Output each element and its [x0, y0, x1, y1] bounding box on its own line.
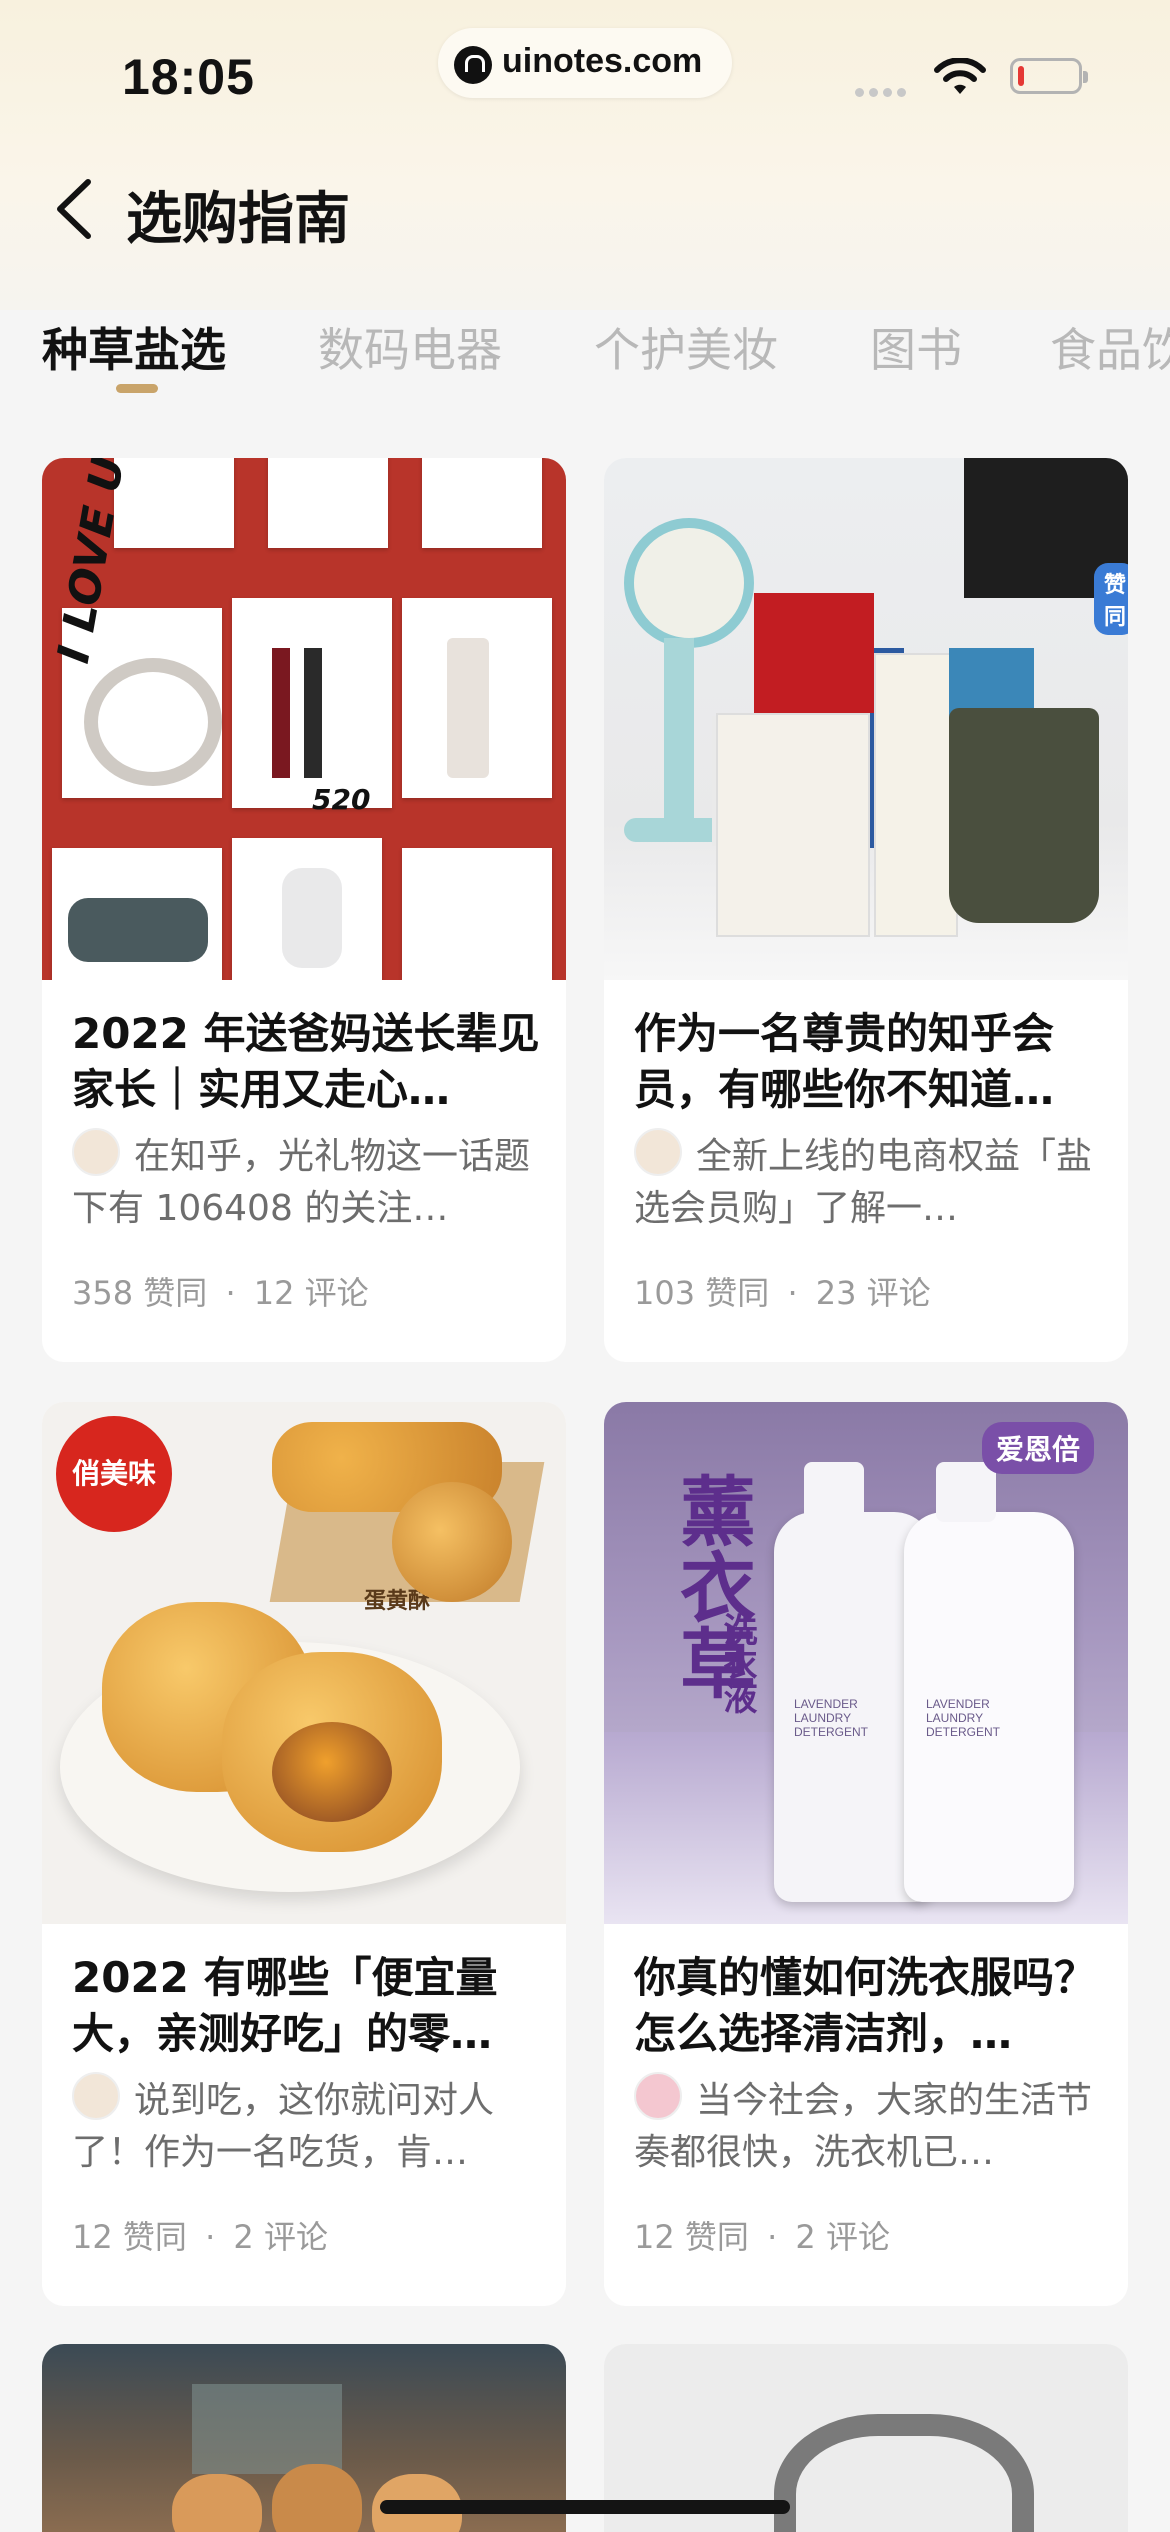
like-count: 103 赞同: [634, 1274, 770, 1312]
home-indicator[interactable]: [380, 2500, 790, 2514]
product-image: [774, 2414, 1034, 2532]
card-excerpt-text: 当今社会，大家的生活节奏都很快，洗衣机已…: [634, 2080, 1093, 2173]
card-meta: 12 赞同 · 2 评论: [72, 2212, 328, 2258]
red-card-image: [754, 593, 874, 713]
zantong-badge: 赞同: [1094, 563, 1128, 635]
separator: ·: [787, 1274, 798, 1312]
article-card[interactable]: 赞同 作为一名尊贵的知乎会员，有哪些你不知道… 全新上线的电商权益「盐选会员购」…: [604, 458, 1128, 1362]
image-lettering: 520: [312, 783, 371, 816]
dog-image: [172, 2474, 262, 2532]
lipstick-image: [272, 648, 290, 778]
tab-digital[interactable]: 数码电器: [318, 314, 502, 380]
tab-beauty[interactable]: 个护美妆: [594, 314, 778, 380]
avatar: [72, 1128, 120, 1176]
comment-count: 2 评论: [233, 2218, 328, 2256]
tab-books[interactable]: 图书: [870, 314, 962, 380]
tab-food[interactable]: 食品饮: [1050, 314, 1170, 380]
comment-count: 23 评论: [815, 1274, 931, 1312]
card-title: 2022 年送爸妈送长辈见家长｜实用又走心…: [72, 1009, 540, 1114]
bottle-label: LAVENDER LAUNDRY DETERGENT: [794, 1697, 869, 1739]
card-excerpt-text: 说到吃，这你就问对人了！作为一名吃货，肯…: [72, 2080, 495, 2173]
skincare-bottle-image: [447, 638, 489, 778]
tea-package-image: [716, 713, 870, 937]
card-meta: 12 赞同 · 2 评论: [634, 2212, 890, 2258]
lock-icon: [454, 46, 492, 84]
card-image: 蛋黄酥 俏美味: [42, 1402, 566, 1924]
like-count: 12 赞同: [72, 2218, 187, 2256]
chevron-left-icon: [57, 179, 91, 239]
separator: ·: [205, 2218, 216, 2256]
card-image: 赞同: [604, 458, 1128, 980]
card-title: 你真的懂如何洗衣服吗？怎么选择清洁剂，…: [634, 1953, 1097, 2058]
dog-image: [272, 2464, 362, 2532]
category-tabs: 种草盐选 数码电器 个护美妆 图书 食品饮: [0, 300, 1170, 410]
speaker-image: [68, 898, 208, 962]
avatar: [634, 2072, 682, 2120]
like-count: 358 赞同: [72, 1274, 208, 1312]
tab-recommended[interactable]: 种草盐选: [42, 314, 226, 380]
status-time: 18:05: [122, 49, 255, 105]
fan-image: [624, 518, 754, 648]
like-count: 12 赞同: [634, 2218, 749, 2256]
headphones-image: [84, 658, 222, 786]
battery-level: [1018, 66, 1024, 86]
massage-gun-image: [282, 868, 342, 968]
brand-logo: 俏美味: [56, 1416, 172, 1532]
bottle-label: LAVENDER LAUNDRY DETERGENT: [926, 1697, 1001, 1739]
bag-image: [949, 708, 1099, 923]
fan-stand-image: [664, 638, 694, 828]
window-image: [192, 2384, 342, 2474]
page-title: 选购指南: [126, 187, 350, 252]
article-card[interactable]: LAVENDER LAUNDRY DETERGENT LAVENDER LAUN…: [604, 1402, 1128, 2306]
navigation-bar: 选购指南: [0, 150, 1170, 270]
url-text: uinotes.com: [502, 42, 703, 80]
card-image: LAVENDER LAUNDRY DETERGENT LAVENDER LAUN…: [604, 1402, 1128, 1924]
bottle-cap-image: [936, 1462, 996, 1522]
coffee-package-image: [874, 653, 958, 937]
signal-dots-icon: [855, 82, 911, 101]
card-excerpt-text: 全新上线的电商权益「盐选会员购」了解一…: [634, 1136, 1093, 1229]
status-bar: 18:05 uinotes.com: [0, 0, 1170, 150]
comment-count: 12 评论: [253, 1274, 369, 1312]
lipstick-image: [304, 648, 322, 778]
card-image: I LOVE U 520: [42, 458, 566, 980]
url-pill[interactable]: uinotes.com: [438, 28, 732, 98]
card-meta: 358 赞同 · 12 评论: [72, 1268, 369, 1314]
brand-logo: 爱恩倍: [982, 1422, 1095, 1474]
card-excerpt: 当今社会，大家的生活节奏都很快，洗衣机已…: [634, 2072, 1102, 2176]
back-button[interactable]: [48, 174, 108, 244]
yolk-image: [272, 1722, 392, 1822]
active-tab-indicator: [116, 384, 158, 393]
card-title: 作为一名尊贵的知乎会员，有哪些你不知道…: [634, 1009, 1055, 1114]
wifi-icon: [934, 58, 986, 94]
card-meta: 103 赞同 · 23 评论: [634, 1268, 931, 1314]
pastry-image: [392, 1482, 512, 1602]
article-card[interactable]: I LOVE U 520 2022 年送爸妈送长辈见家长｜实用又走心… 在知乎，…: [42, 458, 566, 1362]
card-title: 2022 有哪些「便宜量大，亲测好吃」的零…: [72, 1953, 498, 2058]
card-excerpt-text: 在知乎，光礼物这一话题下有 106408 的关注…: [72, 1136, 531, 1229]
card-excerpt: 全新上线的电商权益「盐选会员购」了解一…: [634, 1128, 1102, 1232]
separator: ·: [225, 1274, 236, 1312]
comment-count: 2 评论: [795, 2218, 890, 2256]
card-excerpt: 在知乎，光礼物这一话题下有 106408 的关注…: [72, 1128, 540, 1232]
avatar: [634, 1128, 682, 1176]
separator: ·: [767, 2218, 778, 2256]
product-type-lettering: 洗衣液: [717, 1612, 757, 1714]
battery-icon: [1010, 58, 1088, 94]
card-excerpt: 说到吃，这你就问对人了！作为一名吃货，肯…: [72, 2072, 540, 2176]
article-card[interactable]: 蛋黄酥 俏美味 2022 有哪些「便宜量大，亲测好吃」的零… 说到吃，这你就问对…: [42, 1402, 566, 2306]
avatar: [72, 2072, 120, 2120]
bottle-cap-image: [804, 1462, 864, 1522]
